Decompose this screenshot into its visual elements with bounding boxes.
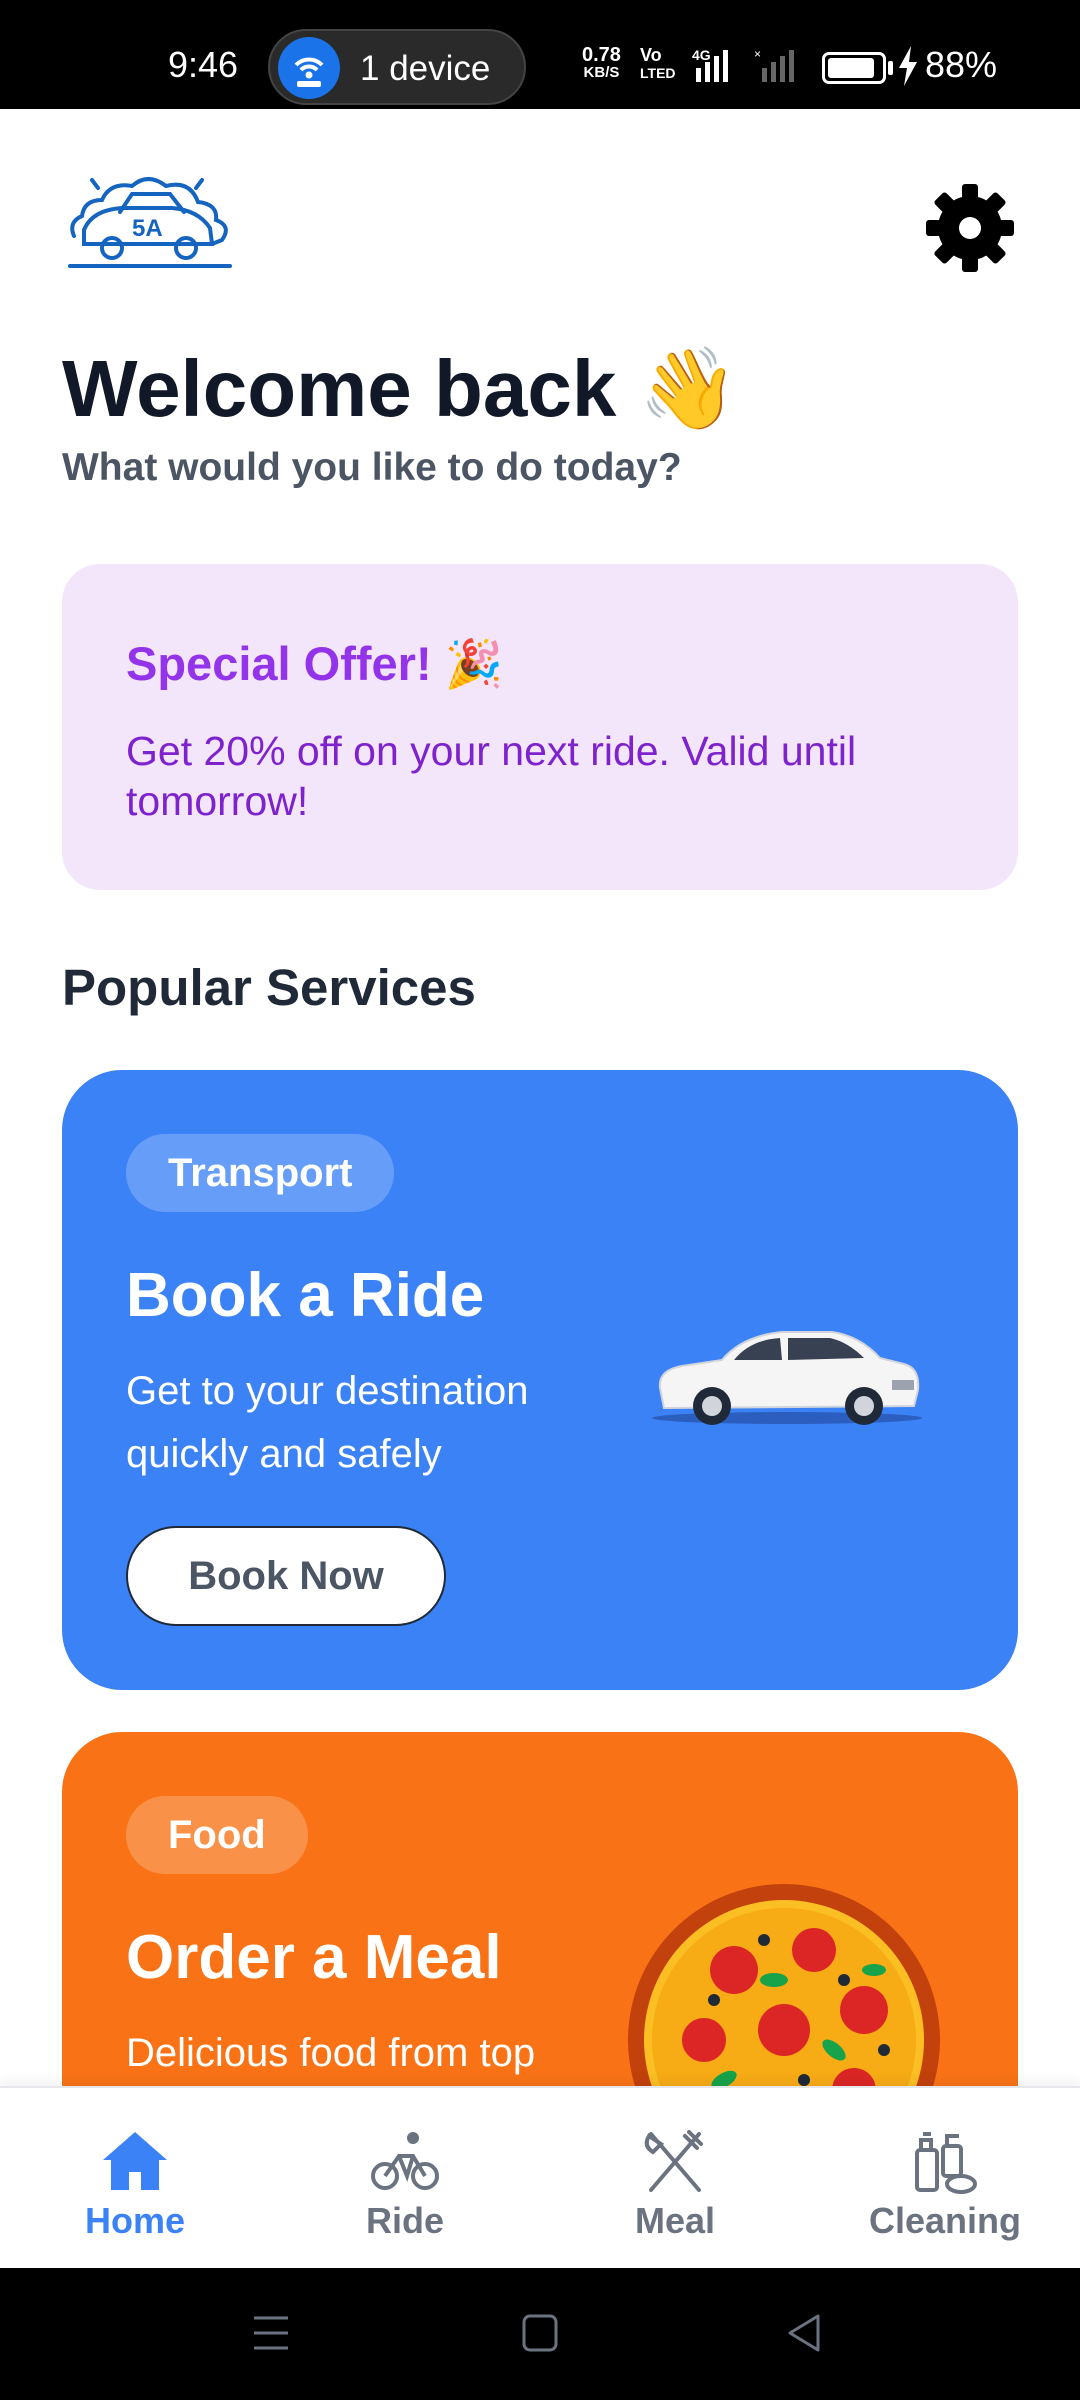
logo-text: 5A (132, 215, 163, 242)
hotspot-label: 1 device (360, 49, 491, 88)
nav-item-cleaning[interactable]: Cleaning (810, 2088, 1080, 2270)
book-now-button[interactable]: Book Now (126, 1526, 446, 1626)
net-speed: 0.78 KB/S (582, 44, 621, 82)
status-time: 9:46 (168, 44, 239, 85)
status-bar: 9:46 1 device 0.78 KB/S Vo LTED 4G × 88% (0, 0, 1080, 109)
svg-text:4G: 4G (692, 47, 711, 63)
offer-title: Special Offer! 🎉 (126, 637, 504, 690)
signal-icon: 4G × (690, 46, 810, 91)
nav-label: Cleaning (868, 2200, 1021, 2241)
home-button-icon[interactable] (518, 2308, 562, 2363)
bottom-nav: Home Ride Meal Cleaning (0, 2086, 1080, 2268)
nav-label: Home (84, 2200, 186, 2241)
nav-item-ride[interactable]: Ride (270, 2088, 540, 2270)
volte-top: Vo (640, 45, 662, 65)
hotspot-icon (278, 37, 340, 99)
app-logo[interactable]: 5A (62, 166, 238, 276)
nav-item-home[interactable]: Home (0, 2088, 270, 2270)
net-speed-unit: KB/S (583, 64, 620, 81)
nav-label: Ride (365, 2200, 444, 2241)
charging-icon (897, 46, 919, 91)
settings-button[interactable] (922, 180, 1018, 276)
section-title: Popular Services (62, 959, 476, 1016)
category-chip: Food (126, 1796, 308, 1874)
card-description: Delicious food from top (126, 2031, 536, 2075)
volte-indicator: Vo LTED (640, 46, 676, 82)
battery-percent: 88% (925, 44, 998, 85)
bicycle-icon (369, 2126, 441, 2196)
card-description: Get to your destination quickly and safe… (126, 1369, 529, 1476)
net-speed-value: 0.78 (582, 44, 621, 66)
service-card-ride[interactable]: Transport Book a Ride Get to your destin… (62, 1070, 1018, 1690)
nav-label: Meal (634, 2200, 716, 2241)
menu-icon[interactable] (250, 2308, 292, 2363)
offer-text: Get 20% off on your next ride. Valid unt… (126, 728, 857, 824)
system-nav-bar (0, 2268, 1080, 2400)
fork-knife-icon (639, 2126, 711, 2196)
welcome-subtitle: What would you like to do today? (62, 446, 682, 489)
battery-icon (822, 52, 886, 84)
car-image (642, 1310, 932, 1440)
volte-bottom: LTED (640, 65, 676, 81)
category-chip: Transport (126, 1134, 395, 1212)
gear-icon (926, 184, 1014, 272)
battery-fill (828, 58, 874, 78)
special-offer-card[interactable]: Special Offer! 🎉 Get 20% off on your nex… (62, 564, 1018, 890)
svg-text:×: × (754, 47, 761, 61)
card-title: Order a Meal (126, 1923, 502, 1992)
cleaning-icon (909, 2126, 981, 2196)
nav-item-meal[interactable]: Meal (540, 2088, 810, 2270)
back-icon[interactable] (782, 2308, 826, 2363)
hotspot-pill[interactable]: 1 device (268, 29, 526, 105)
card-title: Book a Ride (126, 1261, 485, 1330)
home-icon (99, 2126, 171, 2196)
welcome-title: Welcome back 👋 (62, 344, 739, 433)
battery-tip (888, 61, 893, 75)
